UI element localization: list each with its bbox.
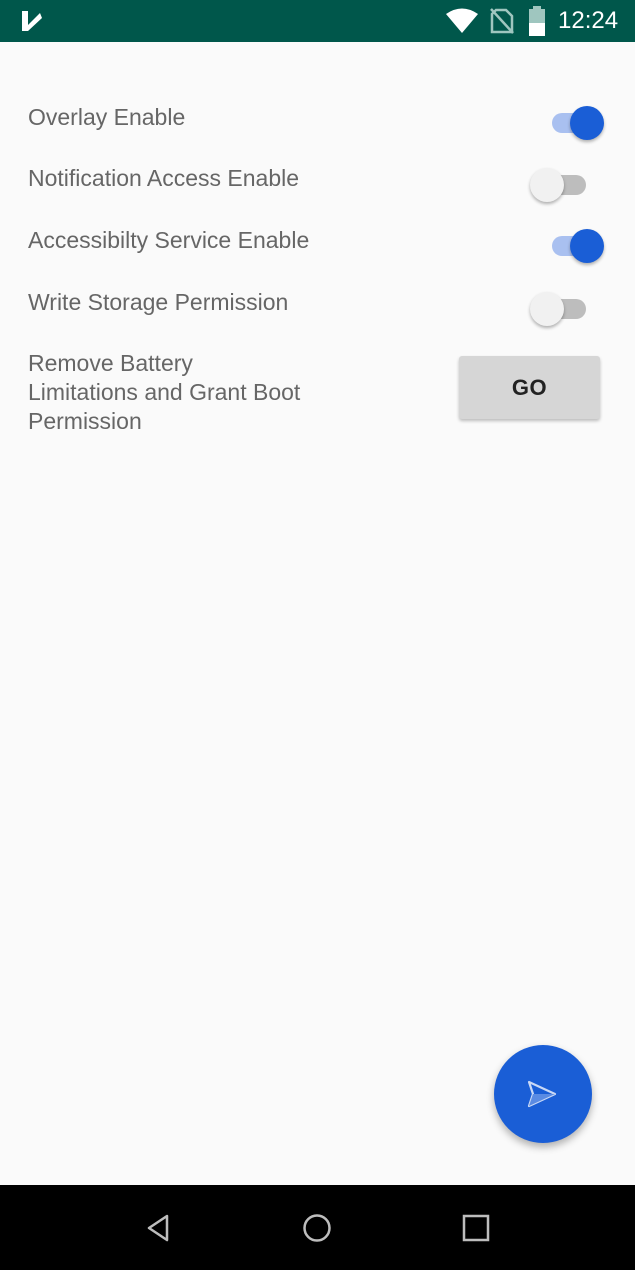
battery-label-line1: Remove Battery	[28, 350, 193, 376]
setting-row-accessibility: Accessibilty Service Enable	[28, 226, 608, 270]
setting-row-storage: Write Storage Permission	[28, 288, 608, 332]
toggle-accessibility[interactable]	[544, 223, 604, 267]
battery-icon	[529, 6, 545, 36]
wifi-icon	[446, 8, 478, 33]
no-sim-icon	[490, 8, 514, 34]
setting-label-notification: Notification Access Enable	[28, 165, 300, 191]
setting-row-overlay: Overlay Enable	[28, 102, 608, 146]
back-icon[interactable]	[143, 1212, 175, 1244]
toggle-overlay[interactable]	[544, 100, 604, 144]
setting-row-notification: Notification Access Enable	[28, 164, 608, 208]
go-button[interactable]: GO	[459, 356, 600, 419]
send-icon	[527, 1080, 557, 1108]
app-icon	[22, 11, 42, 31]
setting-label-overlay: Overlay Enable	[28, 104, 186, 130]
status-time: 12:24	[558, 7, 619, 34]
setting-label-accessibility: Accessibilty Service Enable	[28, 227, 310, 253]
send-fab[interactable]	[494, 1045, 592, 1143]
setting-label-storage: Write Storage Permission	[28, 289, 289, 315]
toggle-storage[interactable]	[530, 286, 590, 330]
home-icon[interactable]	[301, 1212, 333, 1244]
status-bar: 12:24	[0, 0, 635, 42]
toggle-notification[interactable]	[530, 162, 590, 206]
recents-icon[interactable]	[460, 1212, 492, 1244]
battery-label-line3: Permission	[28, 408, 142, 434]
toggle-thumb	[570, 106, 604, 140]
battery-label-line2: Limitations and Grant Boot	[28, 379, 301, 405]
battery-label: Remove Battery Limitations and Grant Boo…	[28, 349, 300, 436]
toggle-thumb	[570, 229, 604, 263]
toggle-thumb	[530, 168, 564, 202]
navigation-bar	[0, 1185, 635, 1270]
toggle-thumb	[530, 292, 564, 326]
